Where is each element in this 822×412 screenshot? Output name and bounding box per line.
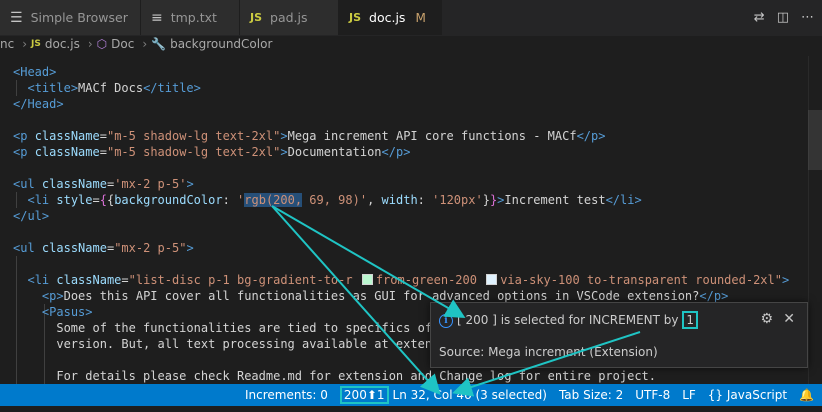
status-increment-value[interactable]: 200⬆1 <box>339 386 389 404</box>
hover-notification: i [ 200 ] is selected for INCREMENT by 1… <box>430 302 808 368</box>
status-language[interactable]: {} JavaScript <box>708 388 787 402</box>
code-line: <p className="m-5 shadow-lg text-2xl">Do… <box>13 145 411 159</box>
js-file-icon: JS <box>349 11 362 24</box>
menu-icon: ☰ <box>10 9 23 26</box>
breadcrumb-separator: › <box>142 37 148 51</box>
symbol-cube-icon: ⬡ <box>96 37 108 51</box>
modified-badge: M <box>415 10 426 25</box>
tab-tmp-txt[interactable]: ≡ tmp.txt <box>141 0 240 35</box>
notification-source: Source: Mega increment (Extension) <box>439 345 658 359</box>
code-line: <li style={{backgroundColor: 'rgb(200, 6… <box>27 193 642 207</box>
breadcrumb: nc › JS doc.js › ⬡ Doc › 🔧 backgroundCol… <box>0 35 822 53</box>
split-editor-icon[interactable]: ◫ <box>777 10 789 25</box>
js-file-icon: JS <box>31 39 41 49</box>
selected-text: rgb(200, <box>244 193 303 207</box>
code-line: <ul className="mx-2 p-5"> <box>13 241 194 255</box>
file-text-icon: ≡ <box>151 9 163 26</box>
tab-label: tmp.txt <box>170 10 217 25</box>
editor-actions: ⇄ ◫ ⋯ <box>754 0 814 35</box>
breadcrumb-folder[interactable]: nc <box>0 37 14 51</box>
status-cursor-position[interactable]: Ln 32, Col 46 (3 selected) <box>393 388 547 402</box>
increment-value: 1 <box>682 311 698 329</box>
status-encoding[interactable]: UTF-8 <box>635 388 670 402</box>
code-line: <Pasus> <box>41 305 93 319</box>
status-bar: Increments: 0 200⬆1 Ln 32, Col 46 (3 sel… <box>0 384 822 406</box>
breadcrumb-property[interactable]: backgroundColor <box>170 37 272 51</box>
js-file-icon: JS <box>250 11 263 24</box>
color-swatch-green[interactable] <box>361 274 373 285</box>
code-line: <Head> <box>13 65 57 79</box>
breadcrumb-separator: › <box>87 37 93 51</box>
compare-changes-icon[interactable]: ⇄ <box>754 10 765 25</box>
notification-message: [ 200 ] is selected for INCREMENT by 1 <box>457 311 698 329</box>
code-line: <ul className='mx-2 p-5'> <box>13 177 194 191</box>
breadcrumb-file[interactable]: doc.js <box>45 37 80 51</box>
breadcrumb-symbol[interactable]: Doc <box>111 37 134 51</box>
gear-icon[interactable]: ⚙ <box>760 311 773 327</box>
status-tab-size[interactable]: Tab Size: 2 <box>559 388 623 402</box>
code-line: Some of the functionalities are tied to … <box>56 321 447 335</box>
tab-label: pad.js <box>270 10 308 25</box>
info-icon: i <box>439 314 453 328</box>
more-actions-icon[interactable]: ⋯ <box>801 10 814 25</box>
tab-label: doc.js <box>369 10 406 25</box>
scrollbar-thumb[interactable] <box>808 110 822 170</box>
tab-simple-browser[interactable]: ☰ Simple Browser <box>0 0 141 35</box>
tab-label: Simple Browser <box>30 10 128 25</box>
close-icon[interactable]: ✕ <box>783 311 795 327</box>
code-line: <title>MACf Docs</title> <box>27 81 201 95</box>
property-wrench-icon: 🔧 <box>151 37 167 51</box>
bottom-strip <box>0 406 822 412</box>
minimap[interactable] <box>808 56 822 384</box>
color-swatch-sky[interactable] <box>486 274 498 285</box>
code-line: For details please check Readme.md for e… <box>56 369 657 383</box>
breadcrumb-separator: › <box>22 37 28 51</box>
code-line: version. But, all text processing availa… <box>56 337 447 351</box>
code-line: </Head> <box>13 97 64 111</box>
status-increments[interactable]: Increments: 0 <box>245 388 328 402</box>
tab-doc-js[interactable]: JS doc.js M <box>339 0 442 35</box>
code-line: <p className="m-5 shadow-lg text-2xl">Me… <box>13 129 606 143</box>
bell-icon[interactable]: 🔔 <box>799 388 814 402</box>
code-line: </ul> <box>13 209 50 223</box>
tab-pad-js[interactable]: JS pad.js <box>240 0 339 35</box>
code-line: <li className="list-disc p-1 bg-gradient… <box>27 273 790 287</box>
status-eol[interactable]: LF <box>682 388 696 402</box>
tab-bar: ☰ Simple Browser ≡ tmp.txt JS pad.js JS … <box>0 0 822 36</box>
